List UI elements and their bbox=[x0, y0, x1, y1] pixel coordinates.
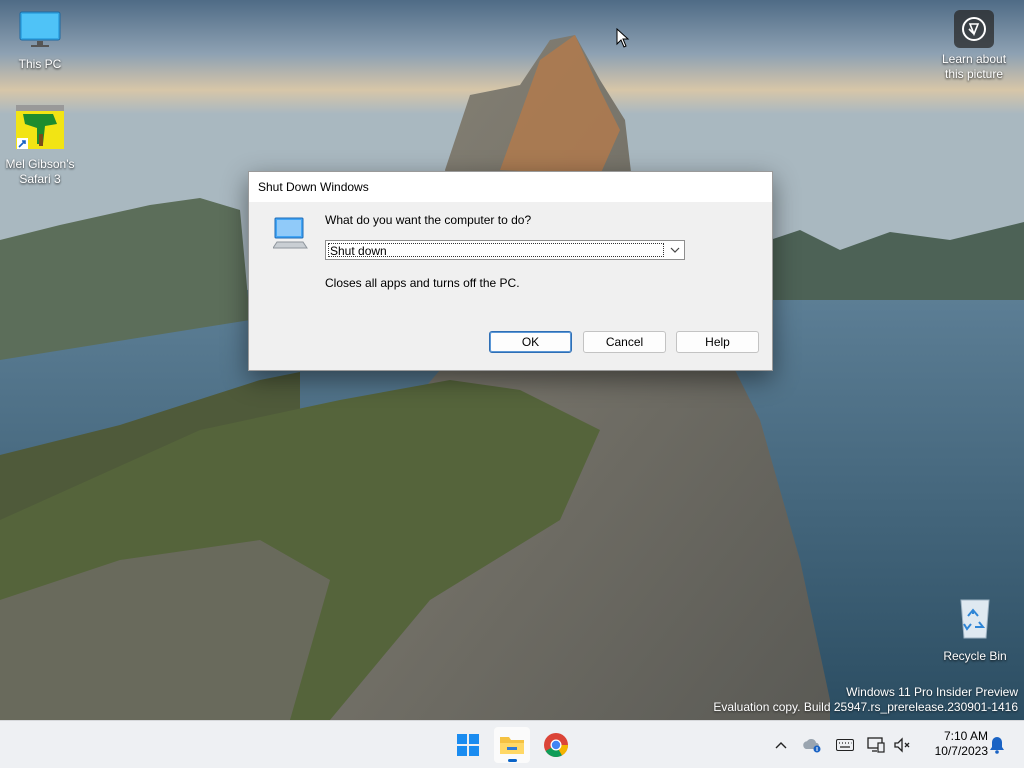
learn-about-picture[interactable]: Learn about this picture bbox=[934, 10, 1014, 82]
desktop-icon-this-pc[interactable]: This PC bbox=[0, 10, 80, 72]
shutdown-option-value: Shut down bbox=[328, 243, 664, 258]
shutdown-dialog: Shut Down Windows What do you want the c… bbox=[248, 171, 773, 371]
chrome-icon bbox=[544, 733, 568, 758]
desktop-icon-label: This PC bbox=[18, 57, 62, 71]
dialog-title: Shut Down Windows bbox=[258, 180, 369, 194]
cancel-button[interactable]: Cancel bbox=[583, 331, 666, 353]
file-explorer-button[interactable] bbox=[494, 727, 530, 763]
clock-date: 10/7/2023 bbox=[934, 744, 988, 758]
option-description: Closes all apps and turns off the PC. bbox=[325, 276, 520, 290]
game-shortcut-icon bbox=[16, 105, 64, 149]
mouse-cursor-icon bbox=[616, 28, 630, 48]
monitor-icon bbox=[19, 11, 61, 47]
desktop: This PC Mel Gibson's Safari 3 Recycle Bi… bbox=[0, 0, 1024, 720]
onedrive-icon[interactable] bbox=[800, 733, 824, 757]
desktop-icon-label: Mel Gibson's Safari 3 bbox=[5, 157, 75, 186]
recycle-bin-icon bbox=[960, 599, 990, 639]
chevron-up-icon[interactable] bbox=[769, 733, 793, 757]
watermark-build: Evaluation copy. Build 25947.rs_prerelea… bbox=[713, 700, 1018, 714]
help-button[interactable]: Help bbox=[676, 331, 759, 353]
evaluation-watermark: Windows 11 Pro Insider Preview Evaluatio… bbox=[713, 685, 1018, 715]
taskbar: 7:10 AM 10/7/2023 bbox=[0, 720, 1024, 768]
dialog-titlebar[interactable]: Shut Down Windows bbox=[249, 172, 772, 202]
windows-start-icon bbox=[457, 734, 479, 756]
notification-bell-icon[interactable] bbox=[985, 733, 1009, 757]
computer-icon bbox=[273, 217, 308, 249]
desktop-icon-safari-game[interactable]: Mel Gibson's Safari 3 bbox=[0, 104, 80, 187]
ok-button[interactable]: OK bbox=[489, 331, 572, 353]
keyboard-icon[interactable] bbox=[833, 733, 857, 757]
chevron-down-icon[interactable] bbox=[666, 241, 684, 259]
dialog-question: What do you want the computer to do? bbox=[325, 213, 532, 227]
shutdown-option-select[interactable]: Shut down bbox=[325, 240, 685, 260]
clock-time: 7:10 AM bbox=[943, 729, 988, 743]
system-clock[interactable]: 7:10 AM 10/7/2023 bbox=[916, 729, 988, 759]
watermark-edition: Windows 11 Pro Insider Preview bbox=[846, 685, 1018, 699]
display-icon[interactable] bbox=[864, 733, 888, 757]
camera-info-icon bbox=[954, 10, 994, 48]
volume-muted-icon[interactable] bbox=[890, 733, 914, 757]
chrome-button[interactable] bbox=[538, 727, 574, 763]
start-button[interactable] bbox=[450, 727, 486, 763]
desktop-icon-label: Recycle Bin bbox=[943, 649, 1007, 663]
file-explorer-icon bbox=[500, 737, 524, 754]
learn-about-picture-label: Learn about this picture bbox=[941, 52, 1007, 81]
desktop-icon-recycle-bin[interactable]: Recycle Bin bbox=[935, 596, 1015, 664]
